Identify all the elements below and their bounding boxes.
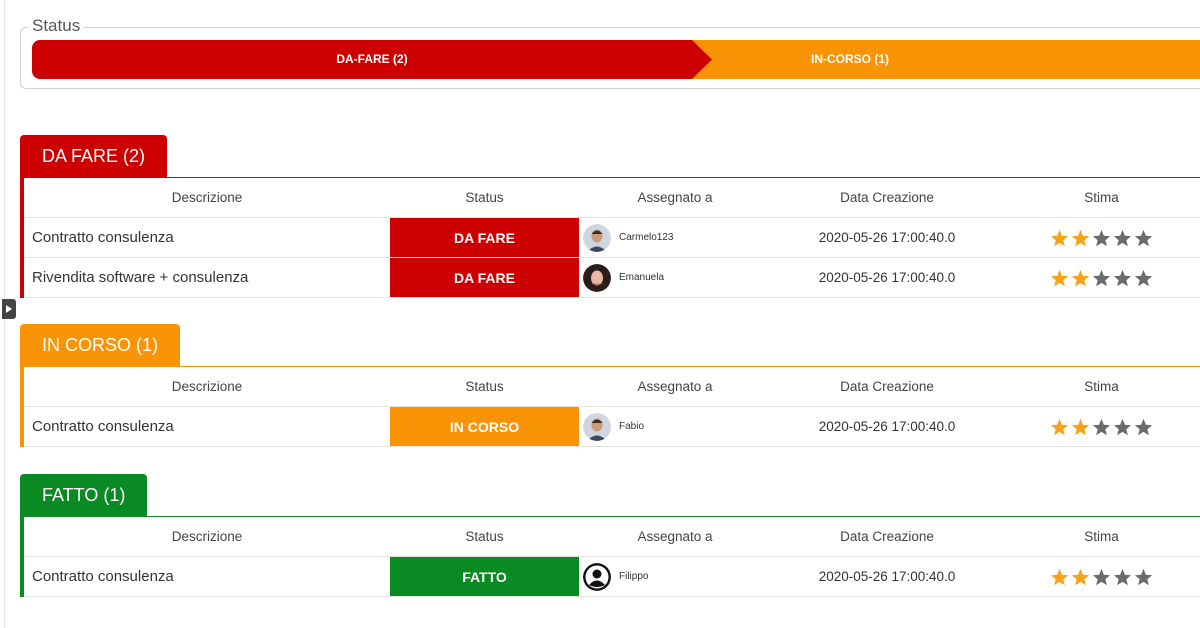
row-data-creazione: 2020-05-26 17:00:40.0 <box>818 569 956 584</box>
row-stima-rating[interactable] <box>1003 258 1200 297</box>
star-icon <box>1071 568 1090 585</box>
column-header-stima[interactable]: Stima <box>1003 367 1200 406</box>
table-header-row: Descrizione Status Assegnato a Data Crea… <box>24 367 1200 407</box>
column-header-assegnato[interactable]: Assegnato a <box>579 517 771 556</box>
status-bar-in-corso[interactable]: IN-CORSO (1) <box>690 40 1200 79</box>
status-panel-legend: Status <box>29 16 84 36</box>
table-row[interactable]: Rivendita software + consulenza DA FARE … <box>24 258 1200 298</box>
column-header-stima[interactable]: Stima <box>1003 178 1200 217</box>
row-stima-rating[interactable] <box>1003 407 1200 446</box>
column-header-assegnato[interactable]: Assegnato a <box>579 367 771 406</box>
table-header-row: Descrizione Status Assegnato a Data Crea… <box>24 517 1200 557</box>
row-stima-rating[interactable] <box>1003 557 1200 596</box>
row-status-badge: DA FARE <box>390 218 579 257</box>
section-tab-title[interactable]: FATTO (1) <box>20 474 148 516</box>
column-header-status[interactable]: Status <box>390 367 579 406</box>
star-icon <box>1050 229 1069 246</box>
column-header-descrizione[interactable]: Descrizione <box>24 517 390 556</box>
column-header-assegnato[interactable]: Assegnato a <box>579 178 771 217</box>
row-data-creazione: 2020-05-26 17:00:40.0 <box>818 419 956 434</box>
row-descrizione: Contratto consulenza <box>32 229 174 246</box>
column-header-status[interactable]: Status <box>390 178 579 217</box>
star-icon <box>1134 269 1153 286</box>
row-status-badge: DA FARE <box>390 258 579 297</box>
row-assegnato: Fabio <box>579 407 775 446</box>
star-icon <box>1071 418 1090 435</box>
star-icon <box>1113 418 1132 435</box>
section-tab-title[interactable]: DA FARE (2) <box>20 135 168 177</box>
star-icon <box>1050 269 1069 286</box>
star-icon <box>1092 568 1111 585</box>
star-icon <box>1050 568 1069 585</box>
column-header-data-creazione[interactable]: Data Creazione <box>771 517 1003 556</box>
column-header-descrizione[interactable]: Descrizione <box>24 178 390 217</box>
row-assegnato: Carmelo123 <box>579 218 775 257</box>
row-assegnato-name: Emanuela <box>619 272 665 283</box>
status-bar-da-fare-label: DA-FARE (2) <box>336 52 408 66</box>
chevron-right-icon <box>6 305 12 313</box>
row-data-creazione: 2020-05-26 17:00:40.0 <box>818 230 956 245</box>
woman-avatar <box>583 263 611 292</box>
star-icon <box>1134 568 1153 585</box>
column-header-status[interactable]: Status <box>390 517 579 556</box>
row-status-badge: FATTO <box>390 557 579 596</box>
column-header-stima[interactable]: Stima <box>1003 517 1200 556</box>
star-icon <box>1092 418 1111 435</box>
star-icon <box>1071 229 1090 246</box>
row-assegnato-name: Fabio <box>619 421 645 432</box>
column-header-data-creazione[interactable]: Data Creazione <box>771 367 1003 406</box>
table-header-row: Descrizione Status Assegnato a Data Crea… <box>24 178 1200 218</box>
row-assegnato-name: Carmelo123 <box>619 232 674 243</box>
star-icon <box>1050 418 1069 435</box>
default-user-avatar <box>583 562 611 591</box>
star-icon <box>1113 568 1132 585</box>
table-row[interactable]: Contratto consulenza IN CORSO Fabio 2020… <box>24 407 1200 447</box>
man-avatar <box>583 412 611 441</box>
star-icon <box>1092 269 1111 286</box>
row-descrizione: Contratto consulenza <box>32 418 174 435</box>
table-row[interactable]: Contratto consulenza FATTO Filippo 2020-… <box>24 557 1200 597</box>
star-icon <box>1113 229 1132 246</box>
table-row[interactable]: Contratto consulenza DA FARE Carmelo123 … <box>24 218 1200 258</box>
star-icon <box>1113 269 1132 286</box>
section-tab-title[interactable]: IN CORSO (1) <box>20 324 181 366</box>
row-descrizione: Contratto consulenza <box>32 568 174 585</box>
sidebar-expand-button[interactable] <box>2 299 16 319</box>
status-bar-da-fare[interactable]: DA-FARE (2) <box>32 40 712 79</box>
row-data-creazione: 2020-05-26 17:00:40.0 <box>818 270 956 285</box>
row-assegnato: Filippo <box>579 557 775 596</box>
star-icon <box>1134 418 1153 435</box>
column-header-descrizione[interactable]: Descrizione <box>24 367 390 406</box>
row-status-badge: IN CORSO <box>390 407 579 446</box>
row-assegnato: Emanuela <box>579 258 775 297</box>
man-avatar <box>583 223 611 252</box>
row-descrizione: Rivendita software + consulenza <box>32 269 249 286</box>
row-stima-rating[interactable] <box>1003 218 1200 257</box>
star-icon <box>1092 229 1111 246</box>
star-icon <box>1134 229 1153 246</box>
star-icon <box>1071 269 1090 286</box>
column-header-data-creazione[interactable]: Data Creazione <box>771 178 1003 217</box>
row-assegnato-name: Filippo <box>619 571 649 582</box>
